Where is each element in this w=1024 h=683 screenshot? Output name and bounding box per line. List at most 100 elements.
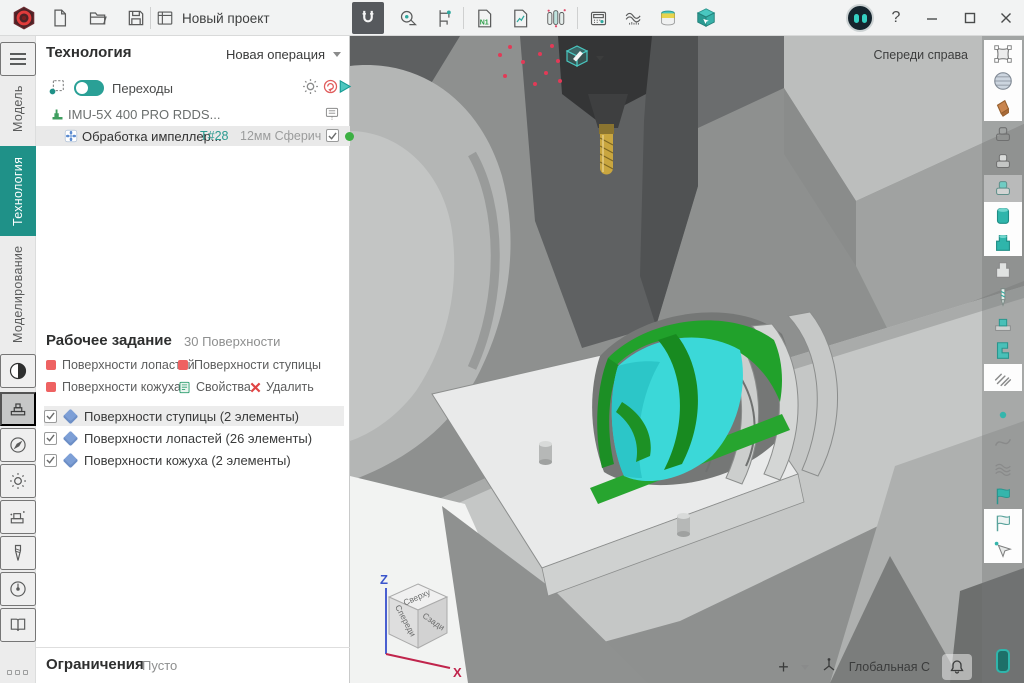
project-title[interactable]: Новый проект (156, 2, 270, 34)
new-document-button[interactable] (44, 2, 76, 34)
technology-panel: Технология Новая операция Переходы IMU-5 (36, 36, 350, 683)
open-project-button[interactable] (82, 2, 114, 34)
workpiece-solid-icon[interactable] (984, 148, 1022, 175)
machine-node-label: IMU-5X 400 PRO RDDS... (68, 107, 220, 122)
machine-tree-node[interactable]: IMU-5X 400 PRO RDDS... (36, 106, 350, 124)
tool-info-label: 12мм Сферич (240, 129, 321, 143)
surface-group-row[interactable]: Поверхности кожуха (2 элементы) (44, 450, 344, 470)
nc-program-button[interactable]: N1 (468, 2, 500, 34)
workpiece-outline-icon[interactable] (984, 121, 1022, 148)
delete-button[interactable]: Удалить (250, 380, 314, 394)
group-checkbox[interactable] (44, 410, 57, 423)
tool-library-button[interactable] (540, 2, 572, 34)
surface-patch-icon[interactable] (984, 40, 1022, 67)
point-marker-icon[interactable] (984, 401, 1022, 428)
toolpath-hatch-icon[interactable] (984, 364, 1022, 391)
coordinate-system-icon (821, 657, 837, 678)
operation-settings-gear-icon[interactable] (302, 78, 319, 100)
coordinate-system-label[interactable]: Глобальная С (849, 660, 930, 674)
single-curve-icon[interactable] (984, 428, 1022, 455)
surface-diamond-icon (63, 408, 79, 424)
operation-status-dot (345, 132, 354, 141)
surface-group-row[interactable]: Поверхности лопастей (26 элементы) (44, 428, 344, 448)
constraints-title: Ограничения (46, 656, 144, 673)
node-structure-icon[interactable] (48, 78, 66, 101)
impeller-operation-icon (64, 129, 78, 148)
assistant-robot-icon[interactable] (846, 4, 874, 32)
new-operation-button[interactable]: Новая операция (226, 47, 325, 62)
machine-simulation-icon[interactable] (984, 337, 1022, 364)
legend-color-icon (178, 360, 188, 370)
minimize-button[interactable] (916, 2, 948, 34)
new-operation-chevron-icon[interactable] (333, 52, 341, 57)
viewport-3d[interactable]: Z X Сверху Спереди Сзади Спереди справа (350, 36, 1024, 683)
legend-chip-blades[interactable]: Поверхности лопастей (46, 358, 195, 372)
machine-workshop-button[interactable] (0, 392, 36, 426)
drill-tool-icon[interactable] (984, 283, 1022, 310)
flag-outline-icon[interactable] (984, 509, 1022, 536)
help-button[interactable]: ? (880, 2, 912, 34)
add-cs-button[interactable]: + (778, 658, 789, 676)
notifications-button[interactable] (942, 654, 972, 680)
flag-start-icon[interactable] (984, 536, 1022, 563)
library-book-button[interactable] (0, 608, 36, 642)
project-name-label: Новый проект (182, 11, 270, 26)
cutting-tool-button[interactable] (0, 536, 36, 570)
tab-model[interactable]: Модель (0, 80, 36, 138)
legend-chip-hub[interactable]: Поверхности ступицы (178, 358, 321, 372)
surface-group-row[interactable]: Поверхности ступицы (2 элементы) (44, 406, 344, 426)
stock-layers-button[interactable] (652, 2, 684, 34)
legend-color-icon (46, 360, 56, 370)
transitions-toggle[interactable] (74, 80, 104, 96)
constraints-value: Пусто (142, 658, 177, 673)
properties-icon (178, 381, 191, 394)
group-checkbox[interactable] (44, 432, 57, 445)
display-mode-button[interactable] (564, 44, 612, 72)
stock-ghost-icon[interactable] (984, 256, 1022, 283)
settings-gear-button[interactable] (0, 464, 36, 498)
gauge-button[interactable] (0, 572, 36, 606)
tab-technology[interactable]: Технология (0, 146, 36, 236)
app-logo-icon[interactable] (8, 2, 40, 34)
multi-curve-icon[interactable] (984, 455, 1022, 482)
contrast-sphere-icon[interactable] (0, 354, 36, 388)
properties-button[interactable]: Свойства (178, 380, 251, 394)
workpiece-result-icon[interactable] (984, 175, 1022, 202)
fixture-part-icon[interactable] (984, 310, 1022, 337)
right-toolbar (982, 36, 1024, 683)
battery-indicator-icon (995, 648, 1011, 679)
project-window-icon (156, 9, 174, 27)
mesh-sphere-icon[interactable] (984, 67, 1022, 94)
close-button[interactable] (990, 2, 1022, 34)
flag-filled-icon[interactable] (984, 482, 1022, 509)
calculator-button[interactable] (582, 2, 614, 34)
maximize-button[interactable] (954, 2, 986, 34)
machine-setup-button[interactable] (0, 500, 36, 534)
operation-checkbox[interactable] (326, 129, 339, 142)
cs-chevron-icon[interactable] (801, 665, 809, 670)
operations-list-icon[interactable] (324, 106, 340, 127)
surface-diamond-icon (63, 452, 79, 468)
report-document-button[interactable] (504, 2, 536, 34)
left-tab-strip: Модель Технология Моделирование (0, 36, 36, 683)
run-simulation-play-button[interactable] (336, 78, 353, 100)
postprocess-cube-button[interactable] (690, 2, 722, 34)
section-divider (36, 647, 350, 648)
job-surface-count: 30 Поверхности (184, 334, 280, 349)
measure-tape-button[interactable] (392, 2, 424, 34)
group-checkbox[interactable] (44, 454, 57, 467)
surface-fragment-icon[interactable] (984, 94, 1022, 121)
navigator-compass-button[interactable] (0, 428, 36, 462)
signal-analysis-button[interactable] (618, 2, 650, 34)
operation-tree-node[interactable]: Обработка импеллер... Т#28 12мм Сферич (36, 126, 350, 146)
stock-cylinder-icon[interactable] (984, 202, 1022, 229)
magnet-snap-button[interactable] (352, 2, 384, 34)
save-project-button[interactable] (120, 2, 152, 34)
legend-chip-shroud[interactable]: Поверхности кожуха (46, 380, 181, 394)
tab-modeling[interactable]: Моделирование (0, 242, 36, 346)
axis-z-label: Z (380, 572, 388, 587)
more-dots-icon[interactable] (7, 670, 28, 675)
caliper-button[interactable] (428, 2, 460, 34)
stock-stepped-icon[interactable] (984, 229, 1022, 256)
main-menu-button[interactable] (0, 42, 36, 76)
